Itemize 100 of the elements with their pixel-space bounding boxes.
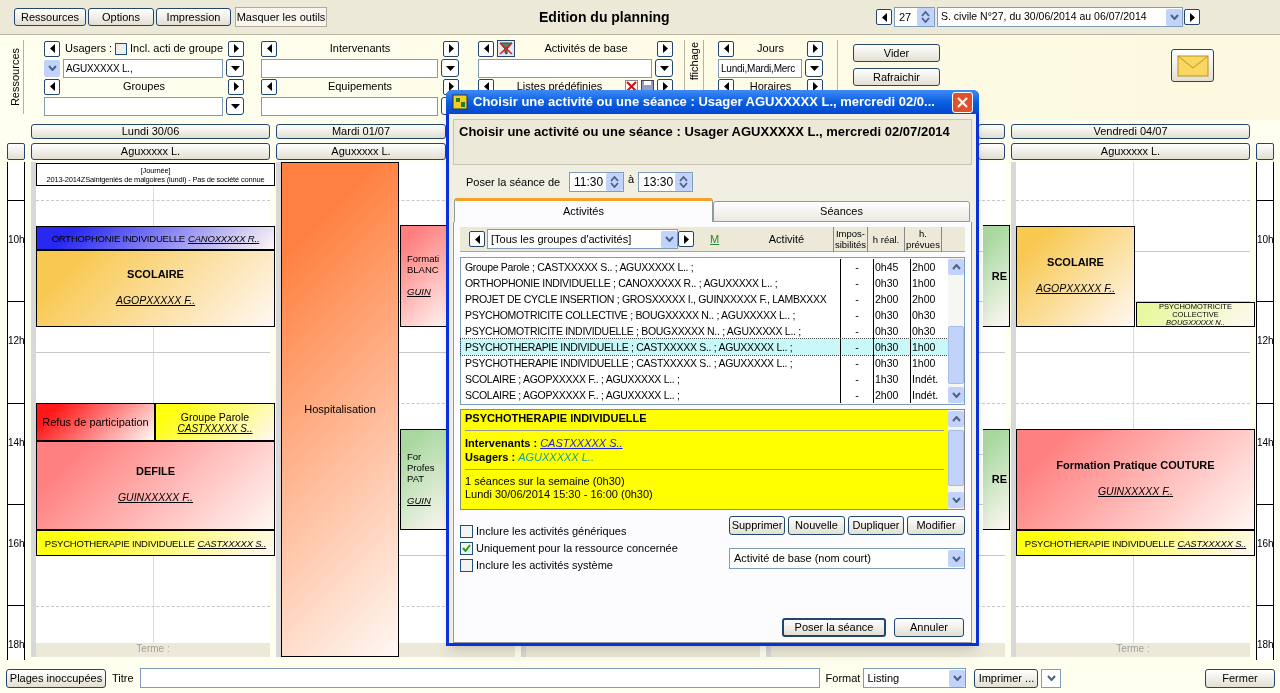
action-button[interactable]: Vider (853, 44, 940, 62)
next-button[interactable] (443, 40, 459, 57)
resource-header[interactable] (978, 143, 1005, 160)
previous-button[interactable] (469, 231, 485, 247)
dropdown-button[interactable] (949, 669, 966, 687)
list-row[interactable]: PROJET DE CYCLE INSERTION ; GROSXXXXX I., GUINXXXXX F., LAMBXXXX - 2h00 2h00 (461, 291, 948, 307)
list-row[interactable]: SCOLAIRE ; AGOPXXXXX F.. ; AGUXXXXX L.. ; - 1h30 Indét. (461, 371, 948, 387)
input-field[interactable] (478, 58, 652, 78)
input-field[interactable] (261, 58, 438, 78)
list-row[interactable]: PSYCHOTHERAPIE INDIVIDUELLE ; CASTXXXXX S.. ; AGUXXXXX L.. ; - 0h30 1h00 (461, 355, 948, 371)
filter-button[interactable] (497, 40, 515, 57)
previous-button[interactable] (478, 40, 494, 57)
event-block[interactable]: SCOLAIRE AGOPXXXXX F.. (1016, 226, 1135, 327)
checkbox[interactable] (115, 42, 128, 55)
scrollbar[interactable] (948, 410, 964, 509)
input-field[interactable]: AGUXXXXX L., (63, 58, 223, 78)
dropdown-button[interactable] (1166, 8, 1182, 26)
time-field[interactable]: 13:30 (638, 172, 694, 192)
next-button[interactable] (807, 40, 823, 57)
dropdown-button[interactable] (226, 97, 244, 115)
tab[interactable]: Séances (713, 201, 970, 222)
day-header[interactable]: Lundi 30/06 (31, 124, 270, 139)
input-field[interactable] (261, 96, 438, 116)
dropdown-button[interactable] (661, 230, 677, 248)
week-number-field[interactable]: 27 (894, 7, 935, 27)
event-block[interactable]: DEFILE GUINXXXXX F.. (36, 441, 275, 530)
corner-button[interactable] (7, 143, 25, 160)
resource-header[interactable]: Aguxxxxx L. (276, 143, 446, 160)
day-header[interactable]: Vendredi 04/07 (1011, 124, 1250, 139)
format-select[interactable]: Listing (863, 668, 967, 688)
next-button[interactable] (1184, 9, 1200, 25)
display-select[interactable]: Activité de base (nom court) (729, 548, 965, 569)
person-link[interactable]: CASTXXXXX S.. (197, 537, 267, 549)
column-header[interactable]: Activité (740, 230, 833, 248)
person-link[interactable]: CASTXXXXX S.. (1177, 537, 1247, 549)
unused-slots-button[interactable]: Plages inoccupées (6, 668, 106, 688)
scroll-up-button[interactable] (948, 259, 964, 275)
spinner-button[interactable] (917, 8, 934, 26)
person-link[interactable]: CANOXXXXX R.. (188, 232, 260, 244)
event-block[interactable]: PSYCHOTHERAPIE INDIVIDUELLE CASTXXXXX S.. (1016, 530, 1255, 556)
previous-button[interactable] (44, 40, 60, 57)
tab[interactable]: Activités (454, 198, 713, 222)
scroll-up-button[interactable] (948, 411, 964, 427)
toolbar-button[interactable]: Ressources (14, 8, 86, 26)
checkbox[interactable] (460, 541, 473, 555)
checkbox[interactable] (460, 524, 473, 538)
action-button[interactable]: Supprimer (729, 516, 785, 535)
title-input[interactable] (139, 668, 820, 688)
event-block[interactable]: PSYCHOTHERAPIE INDIVIDUELLE CASTXXXXX S.. (36, 530, 275, 556)
previous-button[interactable] (44, 78, 60, 95)
event-block[interactable]: Hospitalisation (281, 162, 399, 657)
print-options-button[interactable] (1041, 668, 1062, 688)
list-row[interactable]: Groupe Parole ; CASTXXXXX S.. ; AGUXXXXX L.. ; - 0h45 2h00 (461, 259, 948, 275)
previous-button[interactable] (718, 40, 734, 57)
previous-button[interactable] (261, 78, 277, 95)
column-header[interactable]: h. prévues (904, 226, 942, 252)
spinner-button[interactable] (606, 173, 623, 191)
next-button[interactable] (657, 40, 673, 57)
previous-button[interactable] (261, 40, 277, 57)
list-row[interactable]: ORTHOPHONIE INDIVIDUELLE ; CANOXXXXX R.. ; AGUXXXXX L.. ; - 0h30 1h00 (461, 275, 948, 291)
person-link[interactable]: GUIN (407, 284, 431, 300)
toolbar-button[interactable]: Impression (156, 8, 231, 26)
scroll-thumb[interactable] (948, 430, 964, 486)
scroll-down-button[interactable] (948, 387, 964, 403)
action-button[interactable]: Nouvelle (788, 516, 845, 535)
input-field[interactable]: Lundi,Mardi,Merc (718, 58, 802, 78)
cancel-button[interactable]: Annuler (894, 618, 964, 637)
time-field[interactable]: 11:30 (569, 172, 624, 192)
input-field[interactable] (44, 96, 223, 116)
close-button[interactable] (952, 91, 973, 113)
next-button[interactable] (228, 78, 244, 95)
event-block[interactable]: RE (983, 225, 1010, 327)
event-block[interactable]: ORTHOPHONIE INDIVIDUELLE CANOXXXXX R.. (36, 226, 275, 250)
dropdown-button[interactable] (44, 59, 60, 77)
person-link[interactable]: AGOPXXXXX F.. (115, 293, 196, 309)
toolbar-button[interactable]: Options (88, 8, 154, 26)
scroll-thumb[interactable] (948, 326, 964, 384)
list-row[interactable]: PSYCHOMOTRICITE COLLECTIVE ; BOUGXXXXX N.. ; AGUXXXXX L.. ; - 0h30 0h30 (461, 307, 948, 323)
resource-header[interactable]: Aguxxxxx L. (31, 143, 270, 160)
person-link[interactable]: GUIN (407, 493, 431, 509)
next-button[interactable] (678, 231, 694, 247)
week-select[interactable]: S. civile N°27, du 30/06/2014 au 06/07/2014 (937, 7, 1183, 27)
list-row[interactable]: SCOLAIRE ; AGOPXXXXX F.. ; AGUXXXXX L.. ; - 2h00 Indét. (461, 387, 948, 403)
corner-button[interactable] (1256, 143, 1274, 160)
dropdown-button[interactable] (441, 59, 459, 77)
group-select[interactable]: [Tous les groupes d'activités] (487, 229, 678, 249)
event-block[interactable]: RE (983, 429, 1010, 530)
action-button[interactable]: Dupliquer (848, 516, 904, 535)
dropdown-button[interactable] (805, 59, 823, 77)
dropdown-button[interactable] (226, 59, 244, 77)
person-link[interactable]: CASTXXXXX S.. (177, 422, 253, 434)
previous-button[interactable] (876, 9, 892, 25)
scroll-down-button[interactable] (948, 492, 964, 508)
column-header[interactable]: h réal. (867, 226, 904, 252)
toolbar-button[interactable]: Masquer les outils (235, 7, 327, 27)
spinner-button[interactable] (675, 173, 693, 191)
column-header[interactable]: Impos-sibilités (833, 226, 867, 252)
person-link[interactable]: AGOPXXXXX F.. (1035, 281, 1116, 297)
print-button[interactable]: Imprimer ... (974, 668, 1039, 688)
scrollbar[interactable] (948, 258, 964, 404)
